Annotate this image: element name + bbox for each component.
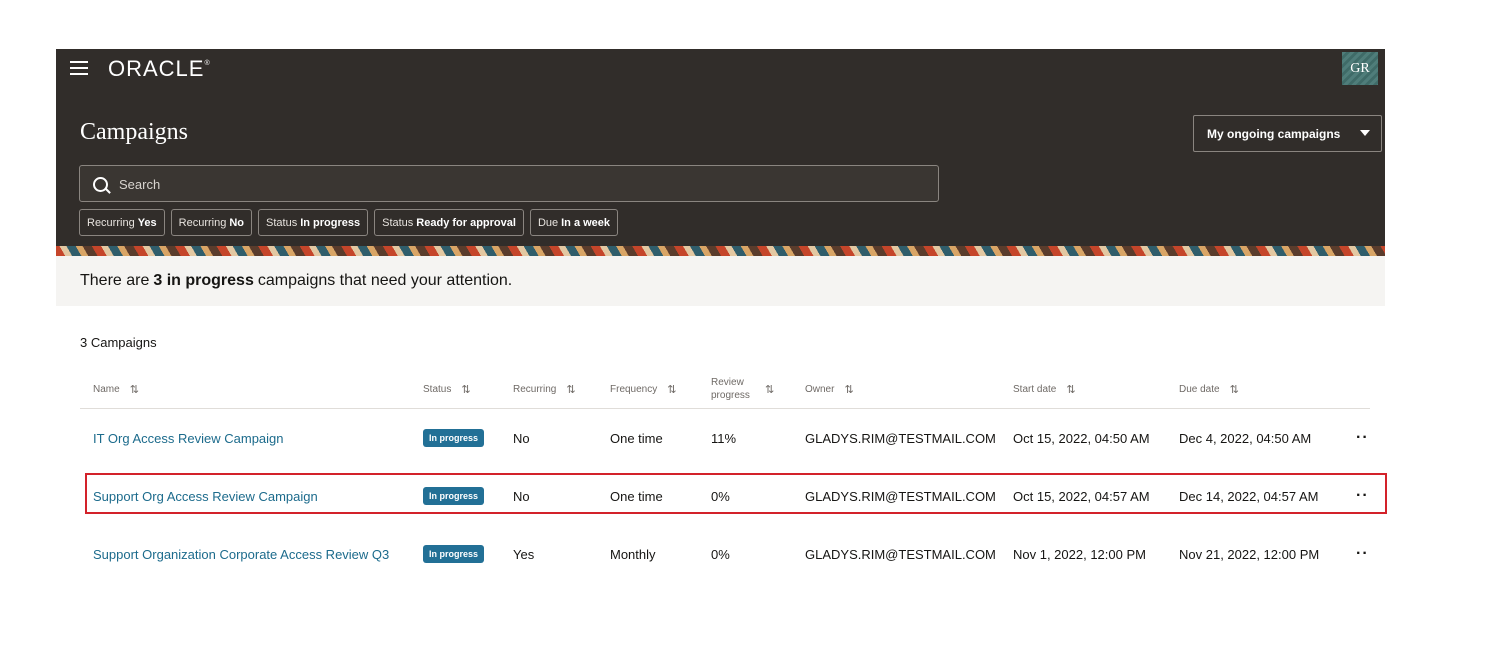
frequency-value: One time <box>610 430 663 446</box>
review-progress-value: 11% <box>711 430 737 446</box>
column-label: Recurring <box>513 383 557 395</box>
page-title: Campaigns <box>80 119 188 145</box>
attention-banner: There are 3 in progress campaigns that n… <box>56 256 1385 306</box>
decorative-pattern <box>56 246 1385 256</box>
filter-chip-value: Ready for approval <box>416 216 516 229</box>
recurring-value: No <box>513 430 530 446</box>
column-label: Name <box>93 383 120 395</box>
column-header-due-date[interactable]: Due date ⇅ <box>1179 370 1239 408</box>
column-header-name[interactable]: Name ⇅ <box>93 370 139 408</box>
filter-chip-due-week[interactable]: Due In a week <box>529 209 619 236</box>
header: ORACLE® GR Campaigns My ongoing campaign… <box>56 49 1385 256</box>
filter-chip-value: No <box>229 216 245 229</box>
start-date-value: Oct 15, 2022, 04:50 AM <box>1013 430 1150 446</box>
chevron-down-icon <box>1360 130 1370 136</box>
filter-chip-key: Recurring <box>178 216 227 229</box>
filter-chip-value: In a week <box>561 216 611 229</box>
filter-chips: Recurring Yes Recurring No Status In progre… <box>79 209 619 236</box>
column-header-review-progress[interactable]: Review progress ⇅ <box>711 370 781 408</box>
filter-chip-key: Due <box>537 216 559 229</box>
status-badge: In progress <box>423 429 485 447</box>
banner-suffix: campaigns that need your attention. <box>257 272 513 289</box>
column-header-status[interactable]: Status ⇅ <box>423 370 471 408</box>
due-date-value: Dec 4, 2022, 04:50 AM <box>1179 430 1312 446</box>
search-icon <box>93 177 108 192</box>
table-row: IT Org Access Review Campaign In progres… <box>80 409 1370 467</box>
sort-icon: ⇅ <box>1066 383 1076 396</box>
campaign-view-select[interactable]: My ongoing campaigns <box>1193 115 1382 152</box>
filter-chip-recurring-yes[interactable]: Recurring Yes <box>79 209 165 236</box>
banner-highlight: 3 in progress <box>153 272 254 289</box>
filter-chip-key: Status <box>382 216 414 229</box>
app-container: ORACLE® GR Campaigns My ongoing campaign… <box>56 49 1385 306</box>
filter-chip-value: Yes <box>137 216 157 229</box>
campaign-count: 3 Campaigns <box>80 335 157 350</box>
oracle-logo: ORACLE® <box>108 56 211 81</box>
more-actions-icon[interactable]: ·· <box>1356 409 1369 467</box>
sort-icon: ⇅ <box>667 383 677 396</box>
column-label: Review progress <box>711 377 750 401</box>
due-date-value: Nov 21, 2022, 12:00 PM <box>1179 546 1320 562</box>
column-header-owner[interactable]: Owner ⇅ <box>805 370 854 408</box>
sort-icon: ⇅ <box>461 383 471 396</box>
frequency-value: Monthly <box>610 546 656 562</box>
row-highlight-box <box>85 473 1387 514</box>
sort-icon: ⇅ <box>129 383 139 396</box>
owner-value: GLADYS.RIM@TESTMAIL.COM <box>805 430 996 446</box>
filter-chip-value: In progress <box>300 216 361 229</box>
filter-chip-status-in-progress[interactable]: Status In progress <box>258 209 369 236</box>
search-field[interactable] <box>79 165 939 203</box>
column-label: Status <box>423 383 452 395</box>
table-header: Name ⇅ Status ⇅ Recurring ⇅ Frequency ⇅ Revi… <box>80 370 1370 409</box>
menu-icon[interactable] <box>70 61 90 75</box>
user-avatar[interactable]: GR <box>1342 52 1378 85</box>
search-input[interactable] <box>117 166 921 203</box>
column-label: Owner <box>805 383 835 395</box>
table-row: Support Organization Corporate Access Re… <box>80 525 1370 583</box>
column-label: Due date <box>1179 383 1220 395</box>
filter-chip-recurring-no[interactable]: Recurring No <box>170 209 253 236</box>
sort-icon: ⇅ <box>765 383 775 396</box>
filter-chip-key: Status <box>266 216 298 229</box>
column-header-frequency[interactable]: Frequency ⇅ <box>610 370 676 408</box>
status-badge: In progress <box>423 545 485 563</box>
column-label: Start date <box>1013 383 1057 395</box>
filter-chip-key: Recurring <box>87 216 135 229</box>
column-header-recurring[interactable]: Recurring ⇅ <box>513 370 576 408</box>
sort-icon: ⇅ <box>566 383 576 396</box>
sort-icon: ⇅ <box>1229 383 1239 396</box>
filter-chip-status-ready[interactable]: Status Ready for approval <box>374 209 524 236</box>
column-header-start-date[interactable]: Start date ⇅ <box>1013 370 1076 408</box>
column-label: Frequency <box>610 383 658 395</box>
campaign-view-select-label: My ongoing campaigns <box>1207 126 1341 141</box>
more-actions-icon[interactable]: ·· <box>1356 525 1369 583</box>
top-bar: ORACLE® GR <box>56 49 1385 87</box>
recurring-value: Yes <box>513 546 535 562</box>
sort-icon: ⇅ <box>844 383 854 396</box>
campaign-name-link[interactable]: IT Org Access Review Campaign <box>93 431 284 446</box>
owner-value: GLADYS.RIM@TESTMAIL.COM <box>805 546 996 562</box>
banner-prefix: There are <box>80 272 150 289</box>
review-progress-value: 0% <box>711 546 730 562</box>
start-date-value: Nov 1, 2022, 12:00 PM <box>1013 546 1146 562</box>
campaign-name-link[interactable]: Support Organization Corporate Access Re… <box>93 547 389 562</box>
